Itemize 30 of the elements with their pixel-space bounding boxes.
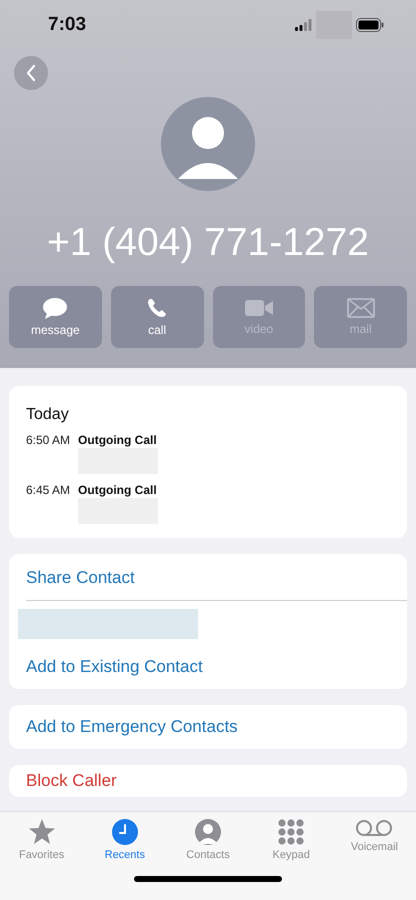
speech-bubble-icon [42, 297, 68, 319]
voicemail-icon [355, 818, 394, 838]
battery-icon [356, 18, 384, 32]
message-button[interactable]: message [9, 286, 102, 348]
call-time: 6:45 AM [26, 482, 70, 499]
envelope-icon [346, 298, 375, 318]
favorites-tab[interactable]: Favorites [0, 818, 84, 861]
history-heading: Today [26, 406, 70, 424]
phone-number: +1 (404) 771-1272 [47, 220, 369, 266]
contact-action-link[interactable]: Add to Existing Contact [9, 657, 220, 689]
clock-icon [110, 818, 139, 846]
star-icon [28, 818, 56, 846]
person-icon [194, 818, 222, 846]
call-type: Outgoing Call [78, 432, 158, 448]
phone-icon [146, 297, 168, 319]
chevron-left-icon [25, 64, 37, 82]
back-button[interactable] [14, 56, 48, 90]
call-button[interactable]: call [110, 286, 204, 348]
avatar-icon [161, 97, 255, 191]
contacts-tab[interactable]: Contacts [166, 818, 250, 861]
contact-action-link[interactable]: Share Contact [9, 554, 152, 600]
voicemail-tab[interactable]: Voicemail [332, 818, 416, 861]
call-type: Outgoing Call [78, 482, 158, 498]
video-camera-icon [244, 298, 273, 318]
signal-icon [295, 19, 312, 31]
call-time: 6:50 AM [26, 432, 70, 449]
status-time: 7:03 [48, 14, 86, 36]
keypad-tab[interactable]: Keypad [250, 818, 333, 861]
recents-tab[interactable]: Recents [83, 818, 166, 861]
keypad-icon [277, 818, 306, 846]
